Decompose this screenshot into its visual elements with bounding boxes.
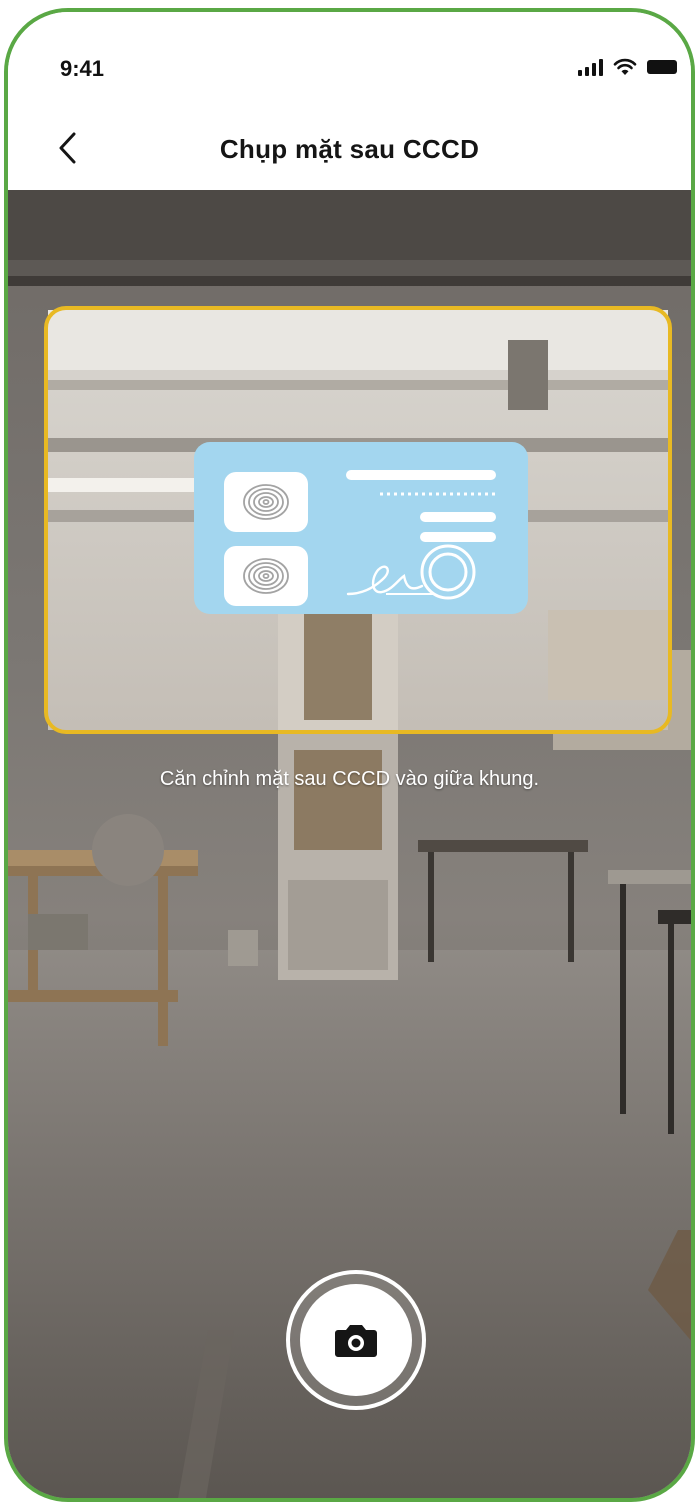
camera-viewfinder: Căn chỉnh mặt sau CCCD vào giữa khung. xyxy=(8,190,691,1498)
status-icons xyxy=(578,58,681,76)
alignment-hint: Căn chỉnh mặt sau CCCD vào giữa khung. xyxy=(159,768,540,790)
phone-frame: 9:41 Chụp mặt sau CCCD Căn chỉnh mặt sau… xyxy=(4,8,695,1502)
fingerprint-icon xyxy=(243,484,289,520)
id-card-illustration xyxy=(194,442,528,614)
battery-icon xyxy=(647,60,677,74)
fingerprint-icon xyxy=(243,558,289,594)
status-bar: 9:41 xyxy=(8,12,691,112)
status-time: 9:41 xyxy=(60,56,105,81)
capture-button[interactable] xyxy=(286,1270,426,1410)
navigation-bar: Chụp mặt sau CCCD xyxy=(8,112,691,190)
seal-icon xyxy=(420,544,476,600)
wifi-icon xyxy=(613,58,637,75)
camera-icon xyxy=(335,1325,377,1357)
page-title: Chụp mặt sau CCCD xyxy=(219,134,480,164)
signal-icon xyxy=(578,59,603,76)
